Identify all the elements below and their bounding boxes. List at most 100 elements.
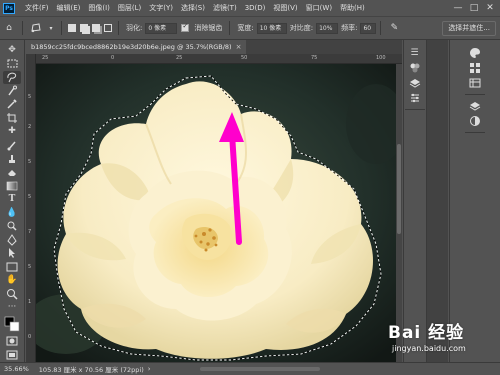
magnetic-lasso-icon[interactable] (3, 71, 21, 84)
ruler-tick: 0 (28, 334, 32, 340)
zoom-icon[interactable] (3, 288, 21, 301)
feather-label: 羽化: (126, 24, 143, 32)
menu-filter[interactable]: 滤镜(T) (209, 3, 241, 13)
close-tab-icon[interactable]: × (236, 43, 242, 51)
ruler-tick: 75 (311, 55, 318, 61)
ruler-tick: 1 (28, 299, 32, 305)
intersect-selection-icon[interactable] (104, 24, 112, 32)
more-icon[interactable]: ··· (3, 301, 21, 314)
history-icon[interactable]: ☰ (408, 46, 422, 59)
close-button[interactable]: ✕ (482, 0, 498, 16)
subtract-selection-icon[interactable] (92, 24, 100, 32)
menu-layer[interactable]: 图层(L) (114, 3, 145, 13)
properties-icon[interactable] (408, 61, 422, 74)
options-bar: ⌂ ▾ 羽化: 0 像素 消除锯齿 宽度: 10 像素 对比度: 10% 频率:… (0, 16, 500, 40)
spot-heal-icon[interactable]: ✚ (3, 125, 21, 138)
crop-icon[interactable] (3, 112, 21, 125)
new-selection-icon[interactable] (68, 24, 76, 32)
antialias-label: 消除锯齿 (194, 24, 223, 32)
document-title: b1859cc25fdc9bced8862b19e3d20b6e.jpeg @ … (31, 43, 232, 51)
status-bar: 35.66% 105.83 厘米 x 70.56 厘米 (72ppi) › (0, 362, 500, 375)
frequency-label: 频率: (341, 24, 358, 32)
ruler-tick: 100 (376, 55, 386, 61)
watermark-url: jingyan.baidu.com (392, 344, 466, 353)
menu-image[interactable]: 图像(I) (84, 3, 114, 13)
canvas[interactable] (36, 64, 396, 362)
clone-stamp-icon[interactable] (3, 152, 21, 165)
panel-strip: ☰ (403, 40, 425, 362)
ruler-tick: 25 (42, 55, 49, 61)
eyedropper-icon[interactable] (3, 98, 21, 111)
document-tab-bar: b1859cc25fdc9bced8862b19e3d20b6e.jpeg @ … (26, 40, 402, 54)
menu-window[interactable]: 窗口(W) (302, 3, 336, 13)
panel-strip (449, 40, 500, 362)
menu-type[interactable]: 文字(Y) (145, 3, 177, 13)
pen-pressure-icon[interactable]: ✎ (388, 22, 400, 34)
swatches-icon[interactable] (468, 61, 482, 74)
contrast-label: 对比度: (289, 24, 314, 32)
brush-icon[interactable] (3, 139, 21, 152)
baidu-watermark: Bai 经验 jingyan.baidu.com (388, 318, 492, 362)
divider (22, 21, 23, 35)
menu-view[interactable]: 视图(V) (269, 3, 301, 13)
gradient-icon[interactable] (3, 179, 21, 192)
menu-edit[interactable]: 编辑(E) (53, 3, 85, 13)
rectangle-icon[interactable] (3, 261, 21, 274)
ruler-tick: 2 (28, 124, 32, 130)
width-input[interactable]: 10 像素 (256, 22, 287, 34)
marquee-icon[interactable] (3, 58, 21, 71)
dodge-icon[interactable] (3, 220, 21, 233)
status-menu-arrow-icon[interactable]: › (148, 365, 151, 373)
tool-preset-icon[interactable] (30, 22, 42, 34)
photoshop-logo-icon: Ps (3, 2, 15, 14)
menu-select[interactable]: 选择(S) (177, 3, 209, 13)
watermark-logo: Bai 经验 (388, 323, 465, 343)
zoom-level[interactable]: 35.66% (4, 365, 29, 373)
ruler-tick: 0 (111, 55, 115, 61)
panel-group (465, 99, 485, 133)
ruler-horizontal: 25 0 25 50 75 100 (36, 54, 402, 64)
feather-input[interactable]: 0 像素 (145, 22, 178, 34)
tools-panel: ✥ ✚ T 💧 ✋ ··· (0, 40, 25, 362)
maximize-button[interactable]: □ (466, 0, 482, 16)
path-select-icon[interactable] (3, 247, 21, 260)
menu-file[interactable]: 文件(F) (21, 3, 53, 13)
layers-panel-icon[interactable] (468, 99, 482, 112)
document-tab[interactable]: b1859cc25fdc9bced8862b19e3d20b6e.jpeg @ … (26, 40, 247, 54)
minimize-button[interactable]: — (450, 0, 466, 16)
channels-icon[interactable] (468, 114, 482, 127)
divider (229, 21, 231, 35)
menu-help[interactable]: 帮助(H) (336, 3, 369, 13)
frequency-input[interactable]: 60 (360, 22, 377, 34)
select-and-mask-button[interactable]: 选择并遮住... (442, 21, 496, 36)
ruler-tick: 5 (28, 94, 32, 100)
adjustments-icon[interactable] (408, 91, 422, 104)
type-icon[interactable]: T (3, 193, 21, 206)
panel-group: ☰ (404, 46, 425, 110)
ruler-tick: 25 (176, 55, 183, 61)
libraries-icon[interactable] (468, 76, 482, 89)
screen-mode-icon[interactable] (3, 348, 21, 361)
horizontal-scrollbar[interactable] (200, 367, 320, 371)
ruler-tick: 5 (28, 159, 32, 165)
layers-icon[interactable] (408, 76, 422, 89)
scrollbar-thumb[interactable] (397, 144, 401, 234)
contrast-input[interactable]: 10% (316, 22, 339, 34)
width-label: 宽度: (237, 24, 254, 32)
chevron-down-icon[interactable]: ▾ (48, 22, 54, 34)
blur-icon[interactable]: 💧 (3, 206, 21, 219)
eraser-icon[interactable] (3, 166, 21, 179)
hand-icon[interactable]: ✋ (3, 274, 21, 287)
color-icon[interactable] (468, 46, 482, 59)
ruler-tick: 50 (241, 55, 248, 61)
quick-mask-icon[interactable] (3, 335, 21, 348)
antialias-checkbox[interactable] (181, 22, 190, 32)
home-icon[interactable]: ⌂ (3, 22, 15, 34)
ruler-tick: 7 (28, 229, 32, 235)
color-swatches-icon[interactable] (3, 315, 21, 334)
add-selection-icon[interactable] (80, 24, 88, 32)
move-icon[interactable]: ✥ (3, 44, 21, 57)
menu-3d[interactable]: 3D(D) (241, 4, 270, 12)
pen-icon[interactable] (3, 233, 21, 246)
quick-select-icon[interactable] (3, 85, 21, 98)
